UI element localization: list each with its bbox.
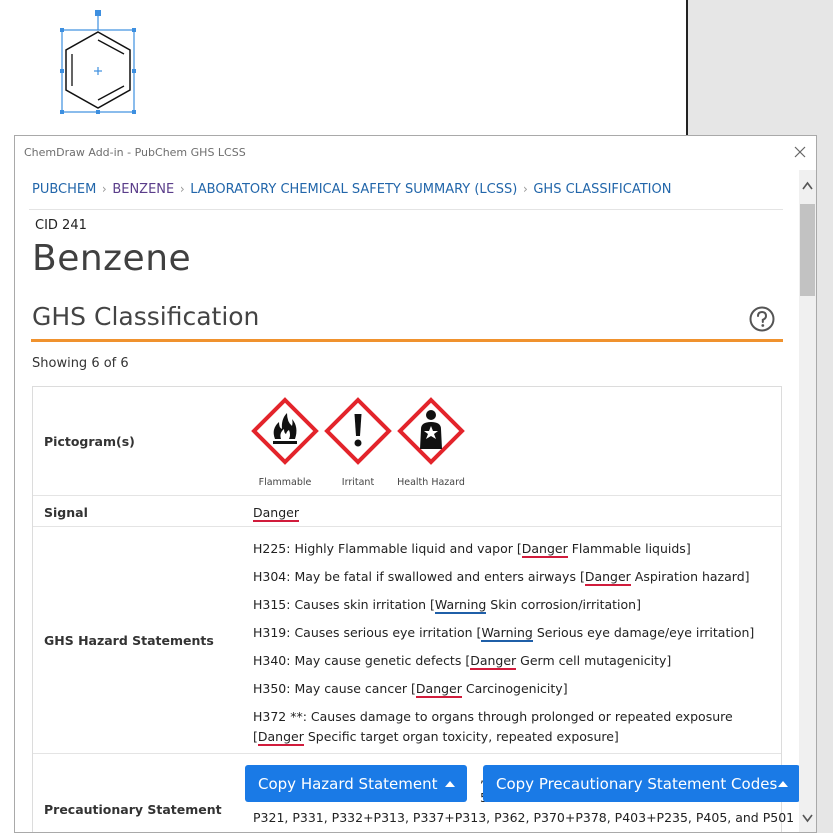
benzene-structure[interactable]	[56, 8, 140, 118]
flame-icon	[251, 397, 319, 465]
precaution-label: Precautionary Statement	[44, 802, 222, 817]
compound-cid: CID 241	[35, 218, 87, 233]
compound-name: Benzene	[32, 238, 192, 279]
divider	[29, 209, 783, 210]
hazard-text: H350: May cause cancer [	[253, 681, 416, 696]
hazard-label: GHS Hazard Statements	[44, 633, 214, 648]
hazard-text: H319: Causes serious eye irritation [	[253, 625, 482, 640]
breadcrumb-pubchem[interactable]: PUBCHEM	[32, 182, 96, 197]
signal-word: Danger	[415, 681, 462, 698]
hazard-statement: H372 **: Causes damage to organs through…	[253, 709, 733, 724]
table-row: Pictogram(s) Flammable Irritant Health H…	[33, 387, 781, 496]
breadcrumb-lcss[interactable]: LABORATORY CHEMICAL SAFETY SUMMARY (LCSS…	[190, 182, 517, 197]
table-row: GHS Hazard Statements H225: Highly Flamm…	[33, 527, 781, 754]
hazard-statement: H315: Causes skin irritation [Warning Sk…	[253, 597, 641, 614]
pictogram-name: Flammable	[258, 477, 312, 488]
pictogram-irritant: Irritant	[324, 397, 392, 488]
hazard-category: Specific target organ toxicity, repeated…	[303, 729, 619, 744]
hazard-text: H340: May cause genetic defects [	[253, 653, 471, 668]
hazard-category: Flammable liquids]	[567, 541, 691, 556]
chevron-right-icon: ›	[101, 182, 107, 196]
hazard-category: Aspiration hazard]	[630, 569, 750, 584]
signal-word: Danger	[584, 569, 631, 586]
copy-hazard-statement-button[interactable]: Copy Hazard Statement	[245, 765, 467, 802]
close-icon[interactable]	[792, 144, 808, 160]
dialog-content: PUBCHEM › BENZENE › LABORATORY CHEMICAL SAFE…	[15, 170, 799, 832]
copy-precautionary-codes-button[interactable]: Copy Precautionary Statement Codes	[483, 765, 799, 802]
health-hazard-icon	[397, 397, 465, 465]
signal-word: Warning	[481, 625, 533, 642]
exclamation-icon	[324, 397, 392, 465]
hazard-text: H304: May be fatal if swallowed and ente…	[253, 569, 585, 584]
pictogram-name: Irritant	[341, 477, 375, 488]
scrollbar-thumb[interactable]	[800, 204, 815, 296]
section-divider	[31, 339, 783, 342]
hazard-category: Skin corrosion/irritation]	[486, 597, 641, 612]
hazard-statement: H340: May cause genetic defects [Danger …	[253, 653, 672, 670]
dialog-title: ChemDraw Add-in - PubChem GHS LCSS	[24, 146, 246, 159]
pictogram-flammable: Flammable	[251, 397, 319, 488]
chevron-right-icon: ›	[179, 182, 185, 196]
result-count: Showing 6 of 6	[32, 356, 129, 371]
hazard-statement: H350: May cause cancer [Danger Carcinoge…	[253, 681, 568, 698]
chevron-up-icon[interactable]	[799, 170, 816, 200]
caret-up-icon[interactable]	[778, 781, 788, 787]
breadcrumb-benzene[interactable]: BENZENE	[112, 182, 174, 197]
signal-word: Danger	[257, 729, 304, 746]
button-label: Copy Hazard Statement	[258, 775, 438, 793]
signal-word: Danger	[521, 541, 568, 558]
hazard-text: H225: Highly Flammable liquid and vapor …	[253, 541, 522, 556]
caret-up-icon[interactable]	[445, 781, 455, 787]
hazard-statement: H319: Causes serious eye irritation [War…	[253, 625, 755, 642]
hazard-text: H315: Causes skin irritation [	[253, 597, 435, 612]
vertical-scrollbar[interactable]	[799, 170, 816, 833]
table-row: Signal Danger	[33, 496, 781, 527]
hazard-category: Serious eye damage/eye irritation]	[532, 625, 755, 640]
hazard-category: Germ cell mutagenicity]	[516, 653, 672, 668]
chevron-down-icon[interactable]	[799, 804, 816, 833]
help-icon[interactable]	[748, 305, 776, 333]
signal-value: Danger	[253, 505, 299, 522]
ghs-dialog: ChemDraw Add-in - PubChem GHS LCSS PUBCH…	[14, 135, 817, 833]
dialog-titlebar[interactable]: ChemDraw Add-in - PubChem GHS LCSS	[15, 136, 816, 170]
pictogram-health-hazard: Health Hazard	[397, 397, 465, 488]
breadcrumb: PUBCHEM › BENZENE › LABORATORY CHEMICAL SAFE…	[32, 182, 671, 197]
hazard-statement: H304: May be fatal if swallowed and ente…	[253, 569, 750, 586]
hazard-statement-continued: [Danger Specific target organ toxicity, …	[253, 729, 619, 746]
precaution-codes: P321, P331, P332+P313, P337+P313, P362, …	[253, 810, 795, 825]
breadcrumb-ghs-classification[interactable]: GHS CLASSIFICATION	[533, 182, 671, 197]
hazard-category: Carcinogenicity]	[461, 681, 568, 696]
hazard-statement: H225: Highly Flammable liquid and vapor …	[253, 541, 691, 558]
button-label: Copy Precautionary Statement Codes	[496, 775, 778, 793]
signal-label: Signal	[44, 505, 88, 520]
signal-word: Danger	[470, 653, 517, 670]
chevron-right-icon: ›	[522, 182, 528, 196]
pictogram-name: Health Hazard	[397, 477, 465, 488]
pictogram-label: Pictogram(s)	[44, 434, 135, 449]
signal-word: Warning	[434, 597, 487, 614]
section-title: GHS Classification	[32, 302, 260, 331]
